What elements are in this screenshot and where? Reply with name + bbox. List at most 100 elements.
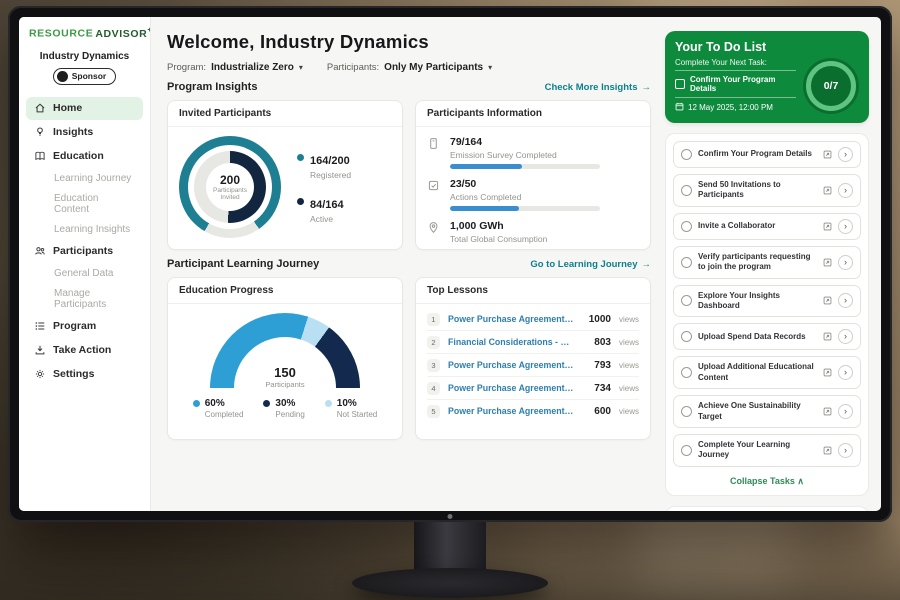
go-to-learning-journey-link[interactable]: Go to Learning Journey → — [530, 259, 651, 270]
sidebar: RESOURCEADVISOR+ Industry Dynamics Spons… — [19, 17, 151, 511]
chevron-right-icon[interactable]: › — [838, 293, 853, 308]
power-led — [448, 514, 453, 519]
open-task-icon — [823, 222, 832, 231]
sidebar-item-manage-participants[interactable]: Manage Participants — [26, 284, 143, 314]
chevron-right-icon[interactable]: › — [838, 255, 853, 270]
sidebar-item-learning-journey[interactable]: Learning Journey — [26, 169, 143, 188]
logo-resource: RESOURCE — [29, 28, 93, 40]
open-task-icon — [823, 258, 832, 267]
radio-checkbox-icon[interactable] — [681, 406, 692, 417]
chevron-right-icon[interactable]: › — [838, 365, 853, 380]
legend-pending: 30% Pending — [263, 398, 304, 419]
lightblue-dot-icon — [325, 400, 332, 407]
consumption-row: 1,000 GWh Total Global Consumption — [427, 220, 639, 248]
survey-progress-bar — [450, 164, 600, 169]
task-row-complete-learning-journey[interactable]: Complete Your Learning Journey › — [673, 434, 861, 467]
todo-subtitle: Complete Your Next Task: — [675, 58, 796, 67]
task-row-achieve-target[interactable]: Achieve One Sustainability Target › — [673, 395, 861, 428]
task-row-upload-educational-content[interactable]: Upload Additional Educational Content › — [673, 356, 861, 389]
blue-dot-icon — [193, 400, 200, 407]
sidebar-nav: Home Insights Education Learning Journey… — [26, 97, 143, 386]
lightbulb-icon — [33, 126, 46, 139]
chevron-up-icon: ∧ — [797, 476, 804, 486]
recent-news-card: Recent News — [665, 506, 869, 511]
program-dropdown[interactable]: Program: Industrialize Zero ▾ — [167, 62, 303, 73]
chevron-right-icon[interactable]: › — [838, 147, 853, 162]
sidebar-item-general-data[interactable]: General Data — [26, 264, 143, 283]
lesson-link[interactable]: Power Purchase Agreements 102 — [448, 383, 575, 393]
page-title: Welcome, Industry Dynamics — [167, 31, 651, 53]
radio-checkbox-icon[interactable] — [681, 185, 692, 196]
sponsor-badge[interactable]: Sponsor — [53, 68, 116, 85]
sidebar-item-education[interactable]: Education — [26, 145, 143, 168]
chevron-right-icon[interactable]: › — [838, 443, 853, 458]
sidebar-item-settings[interactable]: Settings — [26, 363, 143, 386]
lesson-row[interactable]: 2 Financial Considerations - VPPAs 803 v… — [427, 331, 639, 354]
section-title: Participant Learning Journey — [167, 258, 319, 270]
sidebar-item-insights[interactable]: Insights — [26, 121, 143, 144]
check-more-insights-link[interactable]: Check More Insights → — [545, 82, 651, 93]
open-task-icon — [823, 150, 832, 159]
task-row-send-invitations[interactable]: Send 50 Invitations to Participants › — [673, 174, 861, 207]
chevron-right-icon[interactable]: › — [838, 183, 853, 198]
radio-checkbox-icon[interactable] — [681, 221, 692, 232]
navy-dot-icon — [263, 400, 270, 407]
checkbox-icon[interactable] — [675, 79, 685, 89]
radio-checkbox-icon[interactable] — [681, 367, 692, 378]
top-lessons-card: Top Lessons 1 Power Purchase Agreements … — [415, 277, 651, 440]
collapse-tasks-link[interactable]: Collapse Tasks ∧ — [673, 473, 861, 488]
sidebar-item-home[interactable]: Home — [26, 97, 143, 120]
next-task-row[interactable]: Confirm Your Program Details — [675, 70, 796, 98]
radio-checkbox-icon[interactable] — [681, 149, 692, 160]
donut-center-label: Participants Invited — [209, 187, 251, 201]
open-task-icon — [823, 296, 832, 305]
radio-checkbox-icon[interactable] — [681, 445, 692, 456]
sidebar-item-program[interactable]: Program — [26, 315, 143, 338]
chevron-down-icon: ▾ — [299, 63, 303, 72]
task-row-invite-collaborator[interactable]: Invite a Collaborator › — [673, 213, 861, 240]
lesson-row[interactable]: 5 Power Purchase Agreements 103 600 view… — [427, 400, 639, 422]
arrow-right-icon: → — [642, 82, 652, 93]
chevron-right-icon[interactable]: › — [838, 404, 853, 419]
donut-center-value: 200 — [220, 173, 240, 187]
invited-donut-inner-ring: 200 Participants Invited — [194, 151, 266, 223]
task-row-confirm-program[interactable]: Confirm Your Program Details › — [673, 141, 861, 168]
radio-checkbox-icon[interactable] — [681, 295, 692, 306]
participants-dropdown[interactable]: Participants: Only My Participants ▾ — [327, 62, 492, 73]
navy-dot-icon — [297, 198, 304, 205]
open-task-icon — [823, 368, 832, 377]
radio-checkbox-icon[interactable] — [681, 331, 692, 342]
lesson-link[interactable]: Power Purchase Agreements 101 — [448, 360, 575, 370]
lesson-row[interactable]: 1 Power Purchase Agreements 101 1000 vie… — [427, 308, 639, 331]
org-name: Industry Dynamics — [26, 51, 143, 62]
list-icon — [33, 320, 46, 333]
lesson-link[interactable]: Financial Considerations - VPPAs — [448, 337, 575, 347]
open-task-icon — [823, 446, 832, 455]
task-row-upload-spend-data[interactable]: Upload Spend Data Records › — [673, 323, 861, 350]
sidebar-item-education-content[interactable]: Education Content — [26, 189, 143, 219]
task-row-explore-insights[interactable]: Explore Your Insights Dashboard › — [673, 285, 861, 318]
card-title: Education Progress — [168, 278, 402, 304]
gauge-center-label: Participants — [210, 380, 360, 389]
todo-column: Your To Do List Complete Your Next Task:… — [665, 17, 881, 511]
book-icon — [33, 150, 46, 163]
todo-tasks-card: Confirm Your Program Details › Send 50 I… — [665, 133, 869, 496]
sidebar-item-learning-insights[interactable]: Learning Insights — [26, 220, 143, 239]
home-icon — [33, 102, 46, 115]
people-icon — [33, 245, 46, 258]
chevron-right-icon[interactable]: › — [838, 329, 853, 344]
lesson-link[interactable]: Power Purchase Agreements 101 — [448, 314, 575, 324]
sponsor-label: Sponsor — [72, 71, 106, 81]
lesson-row[interactable]: 4 Power Purchase Agreements 102 734 view… — [427, 377, 639, 400]
sponsor-icon — [57, 71, 68, 82]
task-row-verify-participants[interactable]: Verify participants requesting to join t… — [673, 246, 861, 279]
participants-information-card: Participants Information 79/164 Emission… — [415, 100, 651, 250]
sidebar-item-participants[interactable]: Participants — [26, 240, 143, 263]
sidebar-item-take-action[interactable]: Take Action — [26, 339, 143, 362]
app-logo: RESOURCEADVISOR+ — [26, 27, 143, 40]
lesson-link[interactable]: Power Purchase Agreements 103 — [448, 406, 575, 416]
chevron-right-icon[interactable]: › — [838, 219, 853, 234]
lesson-row[interactable]: 3 Power Purchase Agreements 101 793 view… — [427, 354, 639, 377]
monitor-stand-neck — [414, 522, 486, 574]
radio-checkbox-icon[interactable] — [681, 257, 692, 268]
